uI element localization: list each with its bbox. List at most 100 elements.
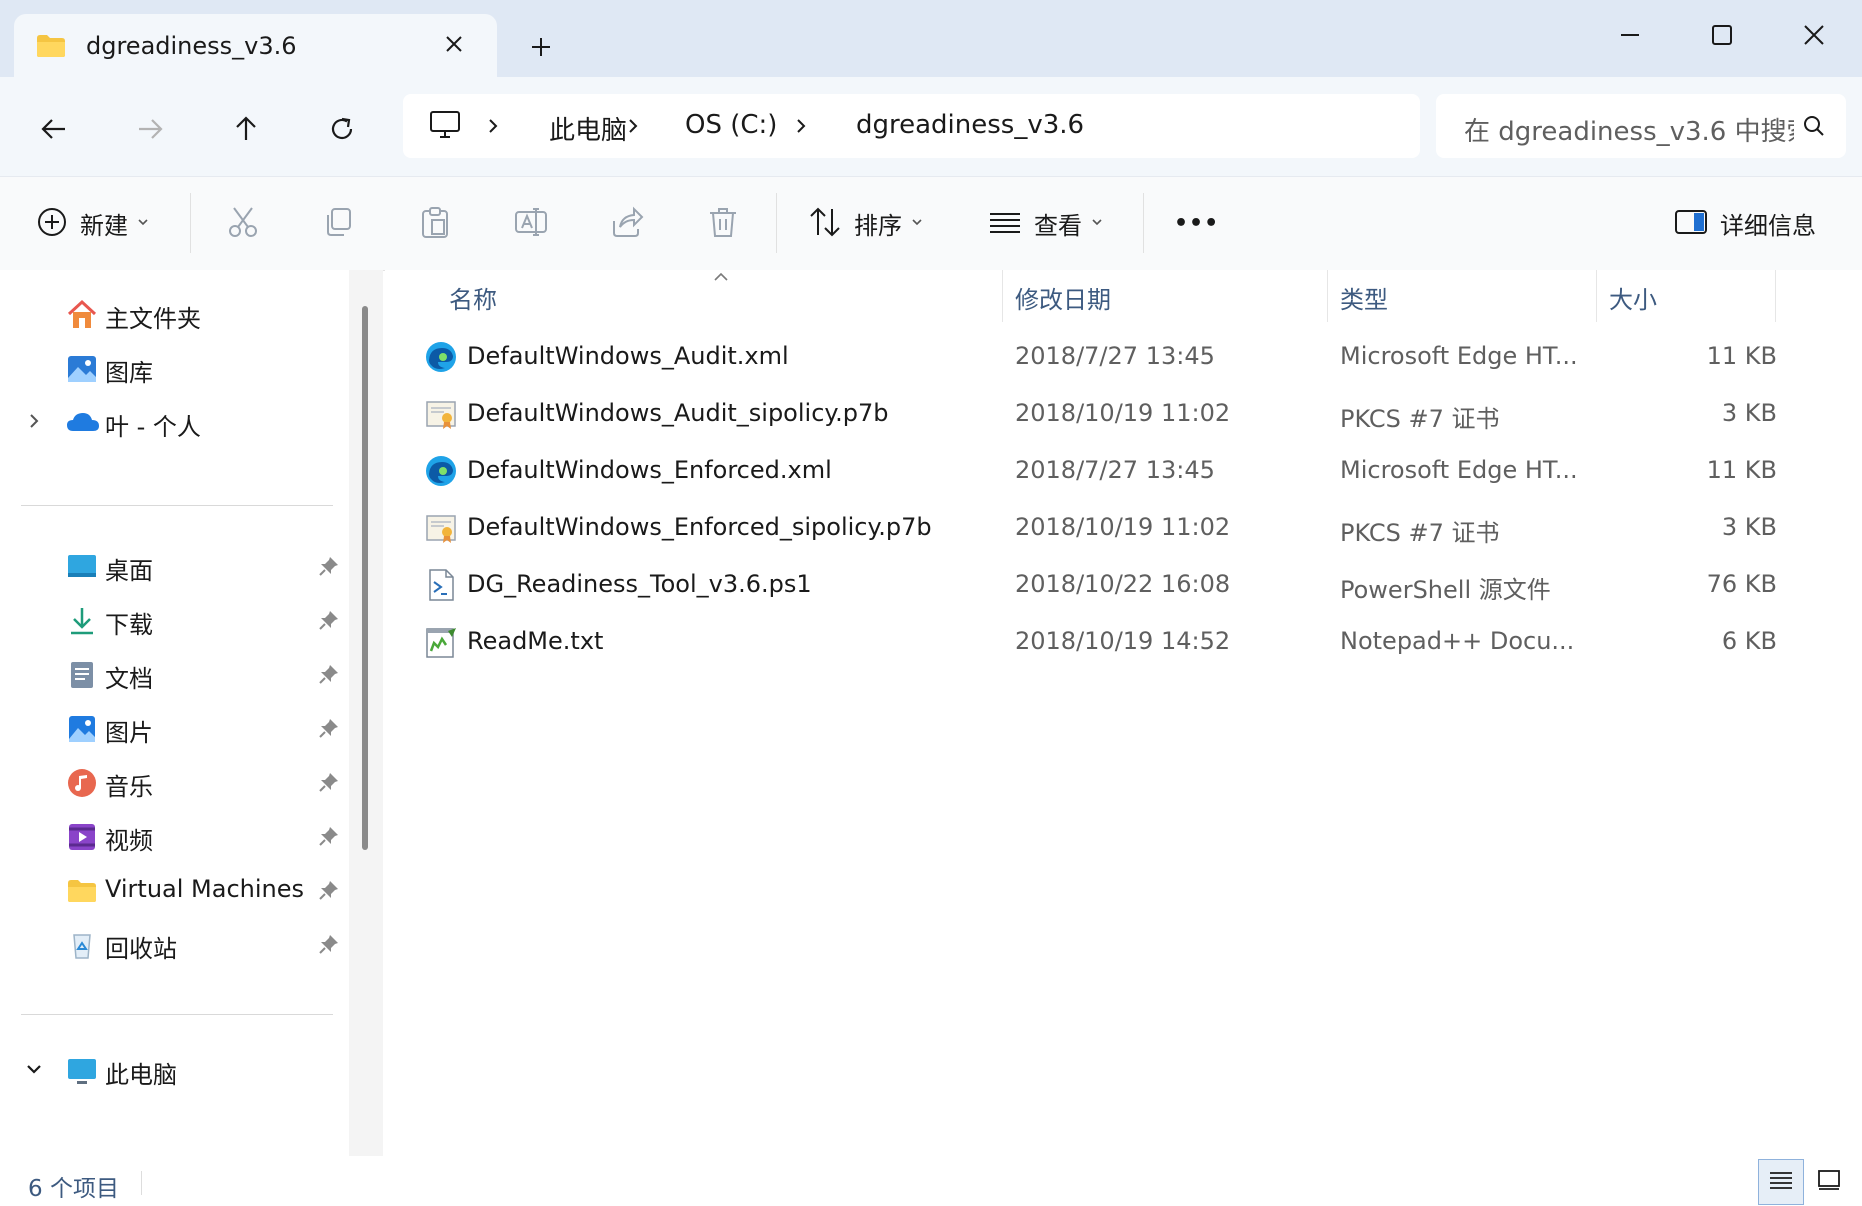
cut-button[interactable] — [226, 177, 260, 270]
chevron-down-icon[interactable] — [24, 1059, 44, 1083]
column-header-size[interactable]: 大小 — [1609, 280, 1657, 315]
chevron-right-icon[interactable] — [483, 116, 503, 136]
column-divider[interactable] — [1002, 270, 1003, 322]
sidebar-item-home[interactable]: 主文件夹 — [0, 289, 350, 341]
command-bar: 新建 排序 查看 ••• 详细信息 — [0, 176, 1862, 271]
table-row[interactable]: DefaultWindows_Enforced_sipolicy.p7b 201… — [385, 501, 1777, 557]
file-date: 2018/10/19 14:52 — [1015, 627, 1231, 655]
pin-icon[interactable] — [318, 825, 340, 851]
table-row[interactable]: DefaultWindows_Enforced.xml 2018/7/27 13… — [385, 444, 1777, 500]
back-button[interactable] — [32, 107, 76, 151]
sidebar-item-documents[interactable]: 文档 — [0, 649, 350, 701]
file-name: DefaultWindows_Audit.xml — [467, 342, 789, 370]
breadcrumb-dgreadiness[interactable]: dgreadiness_v3.6 — [856, 110, 1084, 140]
sidebar-item-pictures[interactable]: 图片 — [0, 703, 350, 755]
delete-button[interactable] — [706, 177, 740, 270]
column-header-date[interactable]: 修改日期 — [1015, 280, 1111, 315]
chevron-down-icon — [910, 214, 924, 233]
pin-icon[interactable] — [318, 609, 340, 635]
file-size: 3 KB — [1721, 399, 1777, 427]
chevron-right-icon[interactable] — [24, 411, 44, 435]
sidebar-item-this-pc[interactable]: 此电脑 — [0, 1045, 350, 1097]
search-placeholder: 在 dgreadiness_v3.6 中搜索 — [1464, 117, 1794, 147]
breadcrumb-this-pc[interactable]: 此电脑 — [549, 110, 627, 147]
paste-button[interactable] — [418, 177, 452, 270]
column-header-name[interactable]: 名称 — [449, 280, 497, 315]
rename-button[interactable] — [514, 177, 548, 270]
edge-icon — [424, 454, 458, 488]
share-button[interactable] — [610, 177, 644, 270]
details-view-button[interactable] — [1758, 1159, 1804, 1205]
documents-icon — [66, 659, 98, 691]
navigation-bar: 此电脑 OS (C:) dgreadiness_v3.6 在 dgreadine… — [0, 77, 1862, 176]
search-input[interactable]: 在 dgreadiness_v3.6 中搜索 — [1436, 94, 1846, 158]
tab-dgreadiness[interactable]: dgreadiness_v3.6 — [14, 14, 497, 77]
status-divider — [141, 1171, 142, 1195]
column-divider[interactable] — [1596, 270, 1597, 322]
status-bar: 6 个项目 — [0, 1157, 1862, 1206]
pin-icon[interactable] — [318, 933, 340, 959]
close-tab-icon[interactable] — [440, 30, 468, 58]
sidebar-item-gallery[interactable]: 图库 — [0, 343, 350, 395]
sidebar-item-label: 音乐 — [105, 773, 153, 801]
forward-button[interactable] — [128, 107, 172, 151]
pin-icon[interactable] — [318, 555, 340, 581]
pin-icon[interactable] — [318, 771, 340, 797]
file-date: 2018/7/27 13:45 — [1015, 456, 1215, 484]
maximize-button[interactable] — [1692, 10, 1752, 60]
table-row[interactable]: DG_Readiness_Tool_v3.6.ps1 2018/10/22 16… — [385, 558, 1777, 614]
notepadpp-icon — [424, 625, 458, 659]
table-row[interactable]: ReadMe.txt 2018/10/19 14:52 Notepad++ Do… — [385, 615, 1777, 671]
table-row[interactable]: DefaultWindows_Audit_sipolicy.p7b 2018/1… — [385, 387, 1777, 443]
sidebar-item-label: 叶 - 个人 — [105, 413, 201, 441]
sidebar-item-videos[interactable]: 视频 — [0, 811, 350, 863]
table-row[interactable]: DefaultWindows_Audit.xml 2018/7/27 13:45… — [385, 330, 1777, 386]
details-pane-icon — [1674, 208, 1708, 240]
file-date: 2018/7/27 13:45 — [1015, 342, 1215, 370]
this-pc-icon[interactable] — [429, 110, 461, 144]
chevron-down-icon — [1090, 214, 1104, 233]
music-icon — [66, 767, 98, 799]
sidebar-item-music[interactable]: 音乐 — [0, 757, 350, 809]
sidebar-item-label: 图片 — [105, 719, 153, 747]
sidebar-item-downloads[interactable]: 下载 — [0, 595, 350, 647]
sidebar-item-desktop[interactable]: 桌面 — [0, 541, 350, 593]
pin-icon[interactable] — [318, 717, 340, 743]
gallery-icon — [66, 353, 98, 385]
view-button[interactable]: 查看 — [988, 177, 1104, 270]
sidebar-item-recycle-bin[interactable]: 回收站 — [0, 919, 350, 971]
chevron-right-icon[interactable] — [623, 116, 643, 136]
close-window-button[interactable] — [1784, 10, 1844, 60]
tiles-view-button[interactable] — [1806, 1159, 1852, 1205]
sidebar-item-virtual-machines[interactable]: Virtual Machines — [0, 865, 350, 917]
sidebar-scrollbar[interactable] — [362, 306, 368, 850]
chevron-right-icon[interactable] — [791, 116, 811, 136]
minimize-button[interactable] — [1600, 10, 1660, 60]
column-divider[interactable] — [1775, 270, 1776, 322]
details-view-icon — [1768, 1169, 1794, 1195]
cut-icon — [226, 205, 260, 243]
file-type: PKCS #7 证书 — [1340, 519, 1500, 547]
pin-icon[interactable] — [318, 879, 340, 905]
search-icon[interactable] — [1802, 114, 1826, 142]
breadcrumb-os-c[interactable]: OS (C:) — [685, 110, 777, 140]
new-button[interactable]: 新建 — [36, 177, 150, 270]
certificate-icon — [424, 511, 458, 545]
refresh-button[interactable] — [320, 107, 364, 151]
sidebar-item-label: Virtual Machines — [105, 875, 305, 903]
pin-icon[interactable] — [318, 663, 340, 689]
sidebar-item-onedrive[interactable]: 叶 - 个人 — [0, 397, 350, 449]
address-bar[interactable]: 此电脑 OS (C:) dgreadiness_v3.6 — [403, 94, 1420, 158]
more-options-button[interactable]: ••• — [1174, 177, 1219, 270]
sort-button[interactable]: 排序 — [808, 177, 924, 270]
copy-icon — [322, 205, 356, 243]
file-name: DefaultWindows_Enforced.xml — [467, 456, 832, 484]
copy-button[interactable] — [322, 177, 356, 270]
sidebar-item-label: 视频 — [105, 827, 153, 855]
details-pane-button[interactable]: 详细信息 — [1674, 177, 1816, 270]
column-divider[interactable] — [1327, 270, 1328, 322]
up-button[interactable] — [224, 107, 268, 151]
new-tab-button[interactable] — [526, 32, 556, 62]
file-type: Notepad++ Docu... — [1340, 627, 1575, 655]
column-header-type[interactable]: 类型 — [1340, 280, 1388, 315]
